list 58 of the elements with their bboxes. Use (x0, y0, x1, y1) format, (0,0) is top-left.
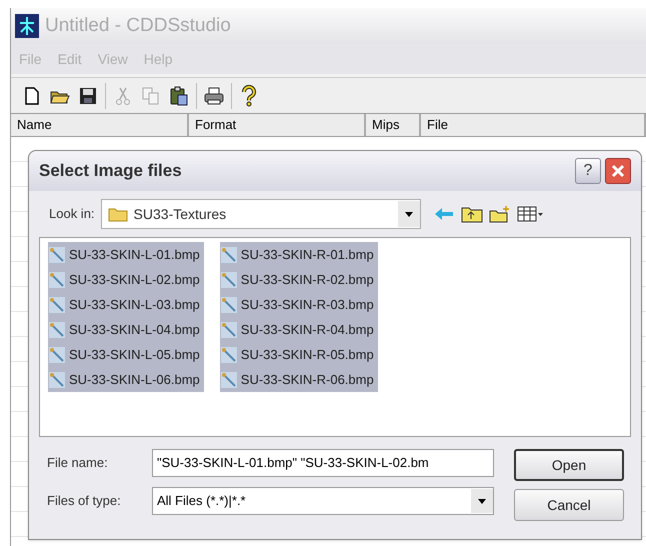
dialog-title: Select Image files (39, 160, 183, 182)
image-file-icon (220, 370, 238, 388)
file-name: SU-33-SKIN-R-03.bmp (240, 296, 374, 314)
file-item[interactable]: SU-33-SKIN-L-02.bmp (48, 267, 204, 292)
file-name: SU-33-SKIN-L-06.bmp (69, 370, 200, 389)
file-item[interactable]: SU-33-SKIN-L-03.bmp (48, 292, 204, 317)
file-name: SU-33-SKIN-L-04.bmp (69, 320, 200, 339)
image-file-icon (220, 320, 238, 338)
close-button[interactable] (605, 158, 631, 184)
file-item[interactable]: SU-33-SKIN-L-05.bmp (48, 342, 204, 367)
image-file-icon (220, 296, 238, 314)
file-name: SU-33-SKIN-L-03.bmp (69, 296, 200, 314)
new-folder-icon[interactable] (488, 205, 511, 223)
view-menu-icon[interactable] (516, 205, 545, 223)
look-in-dropdown[interactable]: SU33-Textures (100, 199, 421, 229)
file-item[interactable]: SU-33-SKIN-R-03.bmp (220, 292, 378, 317)
file-item[interactable]: SU-33-SKIN-R-06.bmp (220, 367, 378, 392)
file-item[interactable]: SU-33-SKIN-L-06.bmp (48, 367, 204, 392)
file-item[interactable]: SU-33-SKIN-R-05.bmp (220, 342, 378, 367)
file-name-field[interactable]: "SU-33-SKIN-L-01.bmp" "SU-33-SKIN-L-02.bm (152, 449, 494, 477)
image-file-icon (48, 346, 66, 364)
dialog-button[interactable]: Cancel (514, 489, 624, 521)
window-title: Untitled - CDDSstudio (45, 14, 231, 38)
file-item[interactable]: SU-33-SKIN-R-02.bmp (220, 267, 378, 292)
image-file-icon (48, 270, 66, 288)
image-file-icon (220, 270, 238, 288)
file-name: SU-33-SKIN-R-04.bmp (240, 320, 374, 339)
look-in-label: Look in: (49, 205, 95, 224)
file-item[interactable]: SU-33-SKIN-R-01.bmp (220, 242, 378, 267)
file-item[interactable]: SU-33-SKIN-R-04.bmp (220, 317, 378, 342)
file-name: SU-33-SKIN-L-02.bmp (69, 270, 200, 289)
printer-icon[interactable] (203, 84, 225, 106)
file-item[interactable]: SU-33-SKIN-L-04.bmp (48, 317, 204, 342)
image-file-icon (220, 246, 238, 264)
dialog-button[interactable]: Open (514, 449, 624, 481)
dropdown-value: SU33-Textures (134, 204, 228, 224)
file-name: SU-33-SKIN-L-05.bmp (69, 346, 200, 364)
image-file-icon (48, 246, 66, 264)
file-type-label: Files of type: (47, 492, 122, 510)
image-file-icon (48, 370, 66, 388)
dropdown-value: All Files (*.*)|*.* (157, 492, 247, 510)
file-type-dropdown[interactable]: All Files (*.*)|*.* (152, 487, 494, 515)
help-button[interactable]: ? (575, 158, 601, 184)
file-name: SU-33-SKIN-R-02.bmp (240, 270, 374, 289)
file-name: SU-33-SKIN-R-06.bmp (240, 370, 374, 389)
file-name: SU-33-SKIN-R-01.bmp (240, 246, 374, 264)
app-logo-icon (15, 14, 39, 38)
paste-icon[interactable] (168, 84, 190, 106)
image-file-icon (48, 296, 66, 314)
file-name: SU-33-SKIN-L-01.bmp (69, 246, 200, 264)
file-name-label: File name: (47, 454, 109, 472)
file-name: SU-33-SKIN-R-05.bmp (240, 346, 374, 364)
folder-icon (108, 206, 128, 222)
close-icon (610, 163, 626, 179)
file-item[interactable]: SU-33-SKIN-L-01.bmp (48, 242, 204, 267)
up-folder-icon[interactable] (460, 205, 483, 223)
image-file-icon (220, 346, 238, 364)
image-file-icon (48, 320, 66, 338)
